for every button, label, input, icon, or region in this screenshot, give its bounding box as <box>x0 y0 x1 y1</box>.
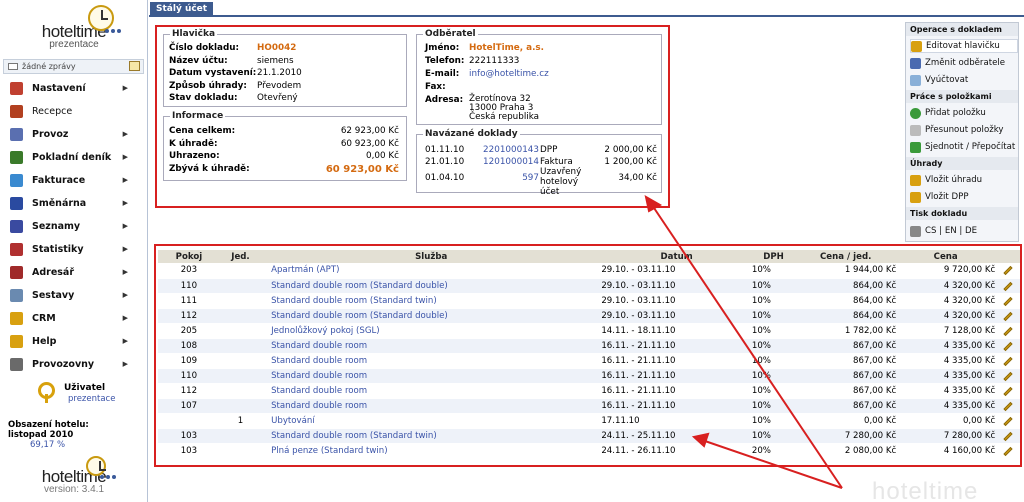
annotation-arrows <box>644 195 843 489</box>
arrow-head-table <box>691 432 710 448</box>
arrow-to-header <box>651 204 843 489</box>
watermark: hoteltime <box>872 478 979 502</box>
arrow-to-table <box>701 439 843 489</box>
arrow-head-header <box>644 195 663 213</box>
